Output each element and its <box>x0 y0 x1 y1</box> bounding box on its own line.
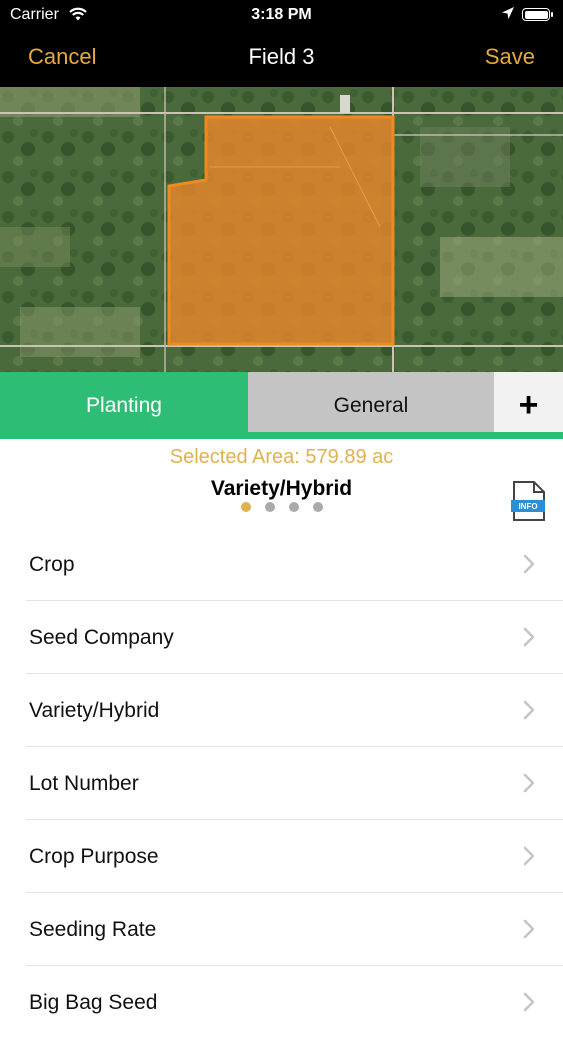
save-button[interactable]: Save <box>485 44 535 70</box>
list-item-crop-purpose[interactable]: Crop Purpose <box>0 820 563 893</box>
page-dot-2[interactable] <box>265 502 275 512</box>
top-bar: Carrier 3:18 PM Cancel Field 3 Save <box>0 0 563 87</box>
status-time: 3:18 PM <box>251 6 312 23</box>
status-bar: Carrier 3:18 PM <box>0 0 563 30</box>
property-list: Crop Seed Company Variety/Hybrid Lot Num… <box>0 528 563 1039</box>
chevron-right-icon <box>523 846 535 866</box>
list-item-label: Lot Number <box>29 772 139 795</box>
list-item-variety-hybrid[interactable]: Variety/Hybrid <box>0 674 563 747</box>
chevron-right-icon <box>523 554 535 574</box>
list-item-label: Crop Purpose <box>29 845 159 868</box>
list-item-label: Variety/Hybrid <box>29 699 160 722</box>
tab-planting[interactable]: Planting <box>0 372 248 432</box>
satellite-map-image <box>0 87 563 372</box>
list-item-lot-number[interactable]: Lot Number <box>0 747 563 820</box>
location-arrow-icon <box>502 7 514 19</box>
list-item-seeding-rate[interactable]: Seeding Rate <box>0 893 563 966</box>
battery-icon <box>522 8 553 21</box>
chevron-right-icon <box>523 773 535 793</box>
tab-bar: Planting General + <box>0 372 563 432</box>
list-item-label: Seed Company <box>29 626 174 649</box>
tab-underline <box>0 432 563 439</box>
chevron-right-icon <box>523 992 535 1012</box>
info-icon-label: INFO <box>518 502 537 511</box>
chevron-right-icon <box>523 919 535 939</box>
chevron-right-icon <box>523 700 535 720</box>
list-item-crop[interactable]: Crop <box>0 528 563 601</box>
list-item-big-bag-seed[interactable]: Big Bag Seed <box>0 966 563 1039</box>
selected-area-label: Selected Area: 579.89 ac <box>169 446 394 468</box>
chevron-right-icon <box>523 627 535 647</box>
list-item-seed-company[interactable]: Seed Company <box>0 601 563 674</box>
tab-general[interactable]: General <box>248 372 494 432</box>
page-dot-4[interactable] <box>313 502 323 512</box>
page-title: Field 3 <box>248 44 315 69</box>
list-item-label: Seeding Rate <box>29 918 157 941</box>
info-document-icon[interactable]: INFO <box>511 480 547 522</box>
list-item-label: Big Bag Seed <box>29 991 158 1014</box>
list-item-label: Crop <box>29 553 75 576</box>
add-tab-button[interactable]: + <box>494 372 563 432</box>
page-dot-3[interactable] <box>289 502 299 512</box>
section-title: Variety/Hybrid <box>210 477 353 500</box>
field-map[interactable] <box>0 87 563 372</box>
page-dot-1[interactable] <box>241 502 251 512</box>
